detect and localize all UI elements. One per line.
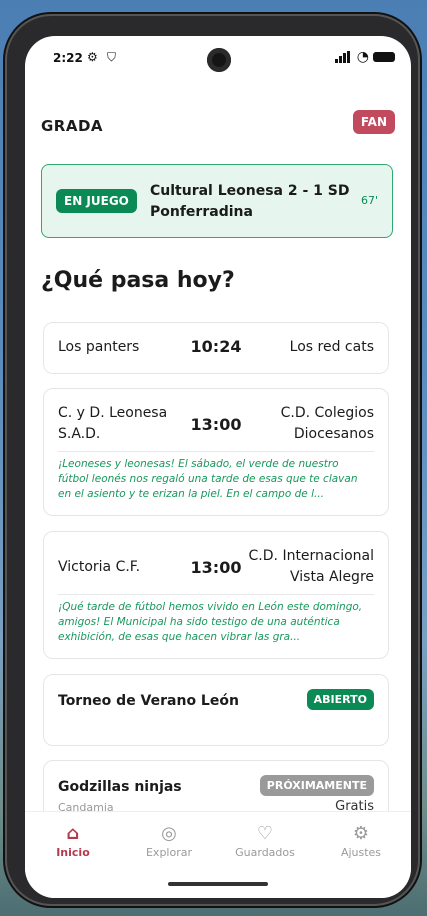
match-preview-text: ¡Leoneses y leonesas! El sábado, el verd… xyxy=(58,458,358,500)
match-card[interactable]: Victoria C.F. 13:00 C.D. Internacional V… xyxy=(43,531,389,659)
match-card[interactable]: Los panters 10:24 Los red cats xyxy=(43,322,389,374)
away-team: C.D. Internacional Vista Alegre xyxy=(248,548,374,585)
fan-role-badge[interactable]: FAN xyxy=(352,110,395,134)
bottom-navigation: ⌂ Inicio ◎ Explorar ♡ Guardados ⚙ Ajuste… xyxy=(25,811,411,898)
settings-status-icon: ⚙ xyxy=(87,50,98,64)
card-divider xyxy=(58,594,374,595)
live-match-title: Cultural Leonesa 2 - 1 SD Ponferradina xyxy=(150,183,350,220)
section-title: ¿Qué pasa hoy? xyxy=(41,268,235,293)
nav-ajustes[interactable]: ⚙ Ajustes xyxy=(313,822,409,859)
nav-inicio[interactable]: ⌂ Inicio xyxy=(25,822,121,859)
match-preview-text: ¡Qué tarde de fútbol hemos vivido en Leó… xyxy=(58,601,363,643)
signal-icon xyxy=(335,51,351,63)
tournament-status-badge: ABIERTO xyxy=(306,689,374,710)
card-divider xyxy=(58,451,374,452)
live-badge: EN JUEGO xyxy=(56,189,137,213)
app-screen: 2:22 ⚙ ⛉ ◔ GRADA FAN EN JUEGO Cultural L… xyxy=(25,36,411,898)
front-camera xyxy=(207,48,231,72)
status-bar: 2:22 ⚙ ⛉ ◔ xyxy=(25,36,411,76)
heart-icon: ♡ xyxy=(256,823,274,844)
phone-frame: 2:22 ⚙ ⛉ ◔ GRADA FAN EN JUEGO Cultural L… xyxy=(5,14,420,906)
home-icon: ⌂ xyxy=(66,823,80,844)
gear-icon: ⚙ xyxy=(352,823,370,844)
gesture-home-bar[interactable] xyxy=(168,882,268,886)
tournament-status-badge: PRÓXIMAMENTE xyxy=(259,775,374,796)
tournament-card[interactable]: Torneo de Verano León ABIERTO xyxy=(43,674,389,746)
wifi-icon: ◔ xyxy=(356,49,369,65)
nav-label: Guardados xyxy=(235,846,295,859)
compass-icon: ◎ xyxy=(161,823,177,844)
nav-label: Explorar xyxy=(145,846,192,859)
away-team: C.D. Colegios Diocesanos xyxy=(280,405,374,442)
shield-status-icon: ⛉ xyxy=(107,50,117,64)
nav-label: Ajustes xyxy=(340,846,382,859)
match-card[interactable]: C. y D. Leonesa S.A.D. 13:00 C.D. Colegi… xyxy=(43,388,389,516)
nav-explorar[interactable]: ◎ Explorar xyxy=(121,822,217,859)
live-match-card[interactable]: EN JUEGO Cultural Leonesa 2 - 1 SD Ponfe… xyxy=(41,164,393,238)
battery-icon xyxy=(373,52,395,62)
brand-title: GRADA xyxy=(41,117,104,135)
app-header: GRADA FAN xyxy=(25,100,411,144)
nav-guardados[interactable]: ♡ Guardados xyxy=(217,822,313,859)
away-team: Los red cats xyxy=(289,339,374,355)
status-time: 2:22 xyxy=(53,51,83,65)
tournament-name: Torneo de Verano León xyxy=(58,693,239,709)
live-match-minute: 67' xyxy=(360,194,378,207)
nav-label: Inicio xyxy=(56,846,90,859)
tournament-name: Godzillas ninjas xyxy=(58,779,182,795)
